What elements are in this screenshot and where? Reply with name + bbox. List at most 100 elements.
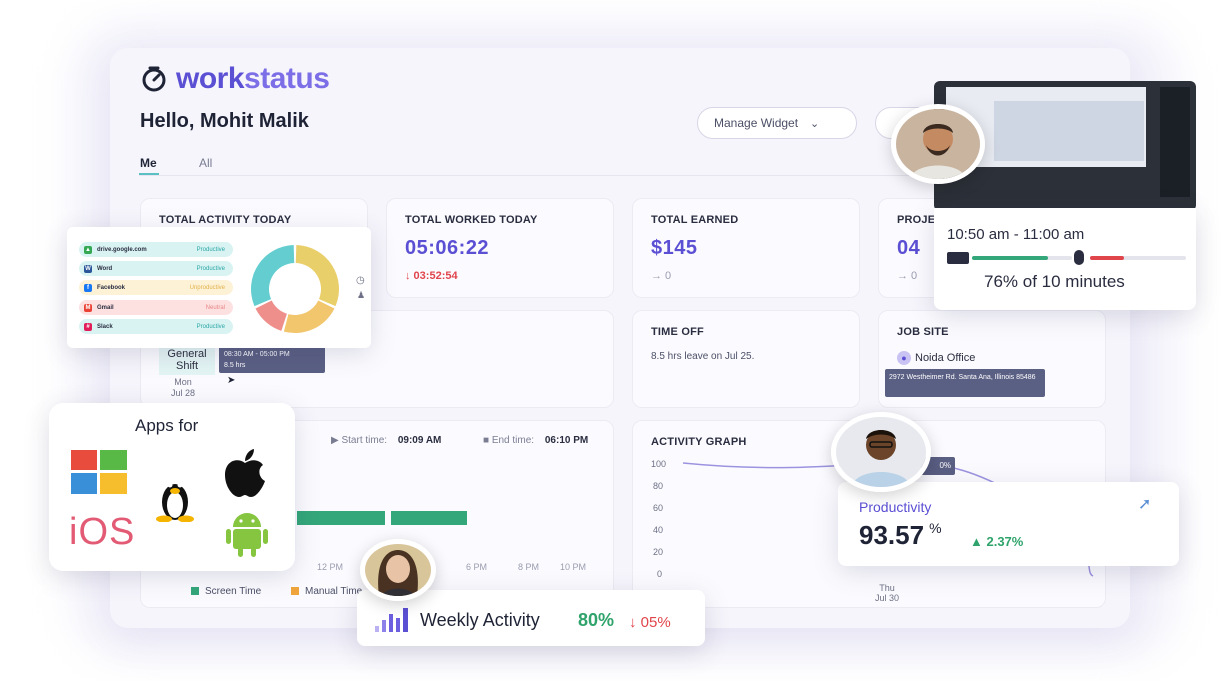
mouse-activity-bar	[1090, 256, 1186, 260]
y-tick: 100	[651, 459, 667, 469]
donut-slice	[295, 245, 339, 307]
legend-screen-time: Screen Time	[191, 586, 261, 597]
worked-time-diff: ↓ 03:52:54	[405, 270, 458, 282]
donut-slice	[283, 300, 335, 333]
app-name: Slack	[97, 323, 113, 330]
clock-icon[interactable]: ◷	[356, 275, 365, 286]
timeline-tick: 10 PM	[560, 562, 587, 572]
bar-chart-icon	[375, 608, 408, 632]
app-usage-row[interactable]: # Slack Productive	[79, 319, 233, 334]
job-site-location: ● Noida Office	[897, 351, 975, 365]
screenshot-sidebar	[1160, 87, 1190, 197]
avatar[interactable]	[831, 412, 931, 492]
app-usage-row[interactable]: ▲ drive.google.com Productive	[79, 242, 233, 257]
app-status: Productive	[196, 246, 225, 253]
legend-manual-time: Manual Time	[291, 586, 362, 597]
shift-hours-tooltip: 08:30 AM - 05:00 PM 8.5 hrs	[219, 345, 325, 373]
card-title: TOTAL WORKED TODAY	[405, 214, 538, 226]
app-name: drive.google.com	[97, 246, 147, 253]
facebook-icon: f	[84, 283, 92, 292]
y-tick: 40	[653, 525, 664, 535]
total-earned-card: TOTAL EARNED $145 → 0	[632, 198, 860, 298]
productivity-donut-chart	[251, 245, 339, 333]
time-off-card: TIME OFF 8.5 hrs leave on Jul 25.	[632, 310, 860, 408]
word-icon: W	[84, 264, 92, 273]
weekly-label: Weekly Activity	[420, 610, 540, 630]
user-avatar-icon	[365, 544, 431, 596]
apple-icon[interactable]	[219, 447, 271, 499]
card-title: TIME OFF	[651, 326, 704, 338]
platforms-popup: Apps for iOS	[49, 403, 295, 571]
activity-interval-popup: 10:50 am - 11:00 am 76% of 10 minutes	[934, 208, 1196, 310]
productivity-label: Productivity	[859, 499, 932, 515]
avatar[interactable]	[360, 539, 436, 601]
active-tab-indicator	[139, 173, 159, 175]
keyboard-activity-fill	[972, 256, 1048, 260]
activity-summary: 76% of 10 minutes	[984, 272, 1125, 291]
shift-name: General Shift	[159, 345, 215, 375]
google-drive-icon: ▲	[84, 245, 92, 254]
app-usage-row[interactable]: f Facebook Unproductive	[79, 280, 233, 295]
app-status: Unproductive	[189, 284, 225, 291]
ios-label[interactable]: iOS	[69, 511, 135, 554]
app-usage-popup: ▲ drive.google.com Productive W Word Producti…	[67, 227, 371, 348]
earned-diff: → 0	[651, 270, 672, 282]
y-tick: 60	[653, 503, 664, 513]
linux-icon[interactable]	[153, 474, 197, 522]
y-tick: 80	[653, 481, 664, 491]
total-worked-card: TOTAL WORKED TODAY 05:06:22 ↓ 03:52:54	[386, 198, 614, 298]
mouse-icon	[1074, 250, 1084, 265]
screen-time-bar	[297, 511, 385, 525]
play-icon: ▶	[331, 435, 339, 446]
app-usage-row[interactable]: W Word Productive	[79, 261, 233, 276]
worked-time-value: 05:06:22	[405, 237, 490, 259]
productivity-change: ▲ 2.37%	[970, 534, 1024, 549]
weekly-change: ↓ 05%	[629, 614, 671, 631]
location-pin-icon: ●	[897, 351, 911, 365]
job-site-card: JOB SITE ● Noida Office 2972 Westheimer …	[878, 310, 1106, 408]
app-name: Facebook	[97, 284, 126, 291]
projects-diff: → 0	[897, 270, 918, 282]
app-name: Word	[97, 265, 113, 272]
x-tick: Thu Jul 30	[875, 583, 900, 603]
card-title: PROJE	[897, 214, 936, 226]
android-icon[interactable]	[223, 509, 271, 557]
donut-slice	[255, 300, 287, 331]
screenshot-panel	[994, 101, 1144, 161]
mouse-activity-fill	[1090, 256, 1124, 260]
greeting-title: Hello, Mohit Malik	[140, 110, 309, 132]
card-title: TOTAL EARNED	[651, 214, 739, 226]
shift-date: Mon Jul 28	[171, 377, 196, 398]
tab-me[interactable]: Me	[140, 156, 157, 170]
timeline-start: ▶ Start time: 09:09 AM	[331, 435, 442, 446]
trend-up-icon: ➚	[1138, 496, 1152, 513]
logo: workstatus	[140, 62, 330, 96]
card-title: TOTAL ACTIVITY TODAY	[159, 214, 292, 226]
cursor-icon: ➤	[227, 375, 236, 386]
app-status: Productive	[196, 265, 225, 272]
platforms-title: Apps for	[135, 416, 199, 435]
app-usage-row[interactable]: M Gmail Neutral	[79, 300, 233, 315]
manage-widget-button[interactable]: Manage Widget ⌄	[697, 107, 857, 139]
card-title: ACTIVITY GRAPH	[651, 436, 747, 448]
timeline-tick: 8 PM	[518, 562, 540, 572]
app-status: Neutral	[205, 304, 225, 311]
productivity-popup: Productivity ➚ 93.57% ▲ 2.37%	[838, 482, 1179, 566]
tab-all[interactable]: All	[199, 156, 212, 170]
weekly-value: 80%	[578, 610, 615, 630]
windows-icon[interactable]	[71, 450, 127, 494]
donut-slice	[251, 245, 295, 307]
app-name: Gmail	[97, 304, 114, 311]
gmail-icon: M	[84, 303, 92, 312]
timeline-end: ■ End time: 06:10 PM	[483, 435, 589, 446]
card-title: JOB SITE	[897, 326, 949, 338]
productivity-value: 93.57%	[859, 520, 942, 550]
user-icon[interactable]: ♟	[357, 290, 365, 301]
y-tick: 0	[657, 569, 663, 579]
time-range: 10:50 am - 11:00 am	[947, 226, 1085, 243]
time-off-text: 8.5 hrs leave on Jul 25.	[651, 351, 755, 362]
job-site-address: 2972 Westheimer Rd. Santa Ana, Illinois …	[885, 369, 1045, 397]
y-tick: 20	[653, 547, 664, 557]
user-avatar-icon	[896, 109, 980, 179]
avatar[interactable]	[891, 104, 985, 184]
